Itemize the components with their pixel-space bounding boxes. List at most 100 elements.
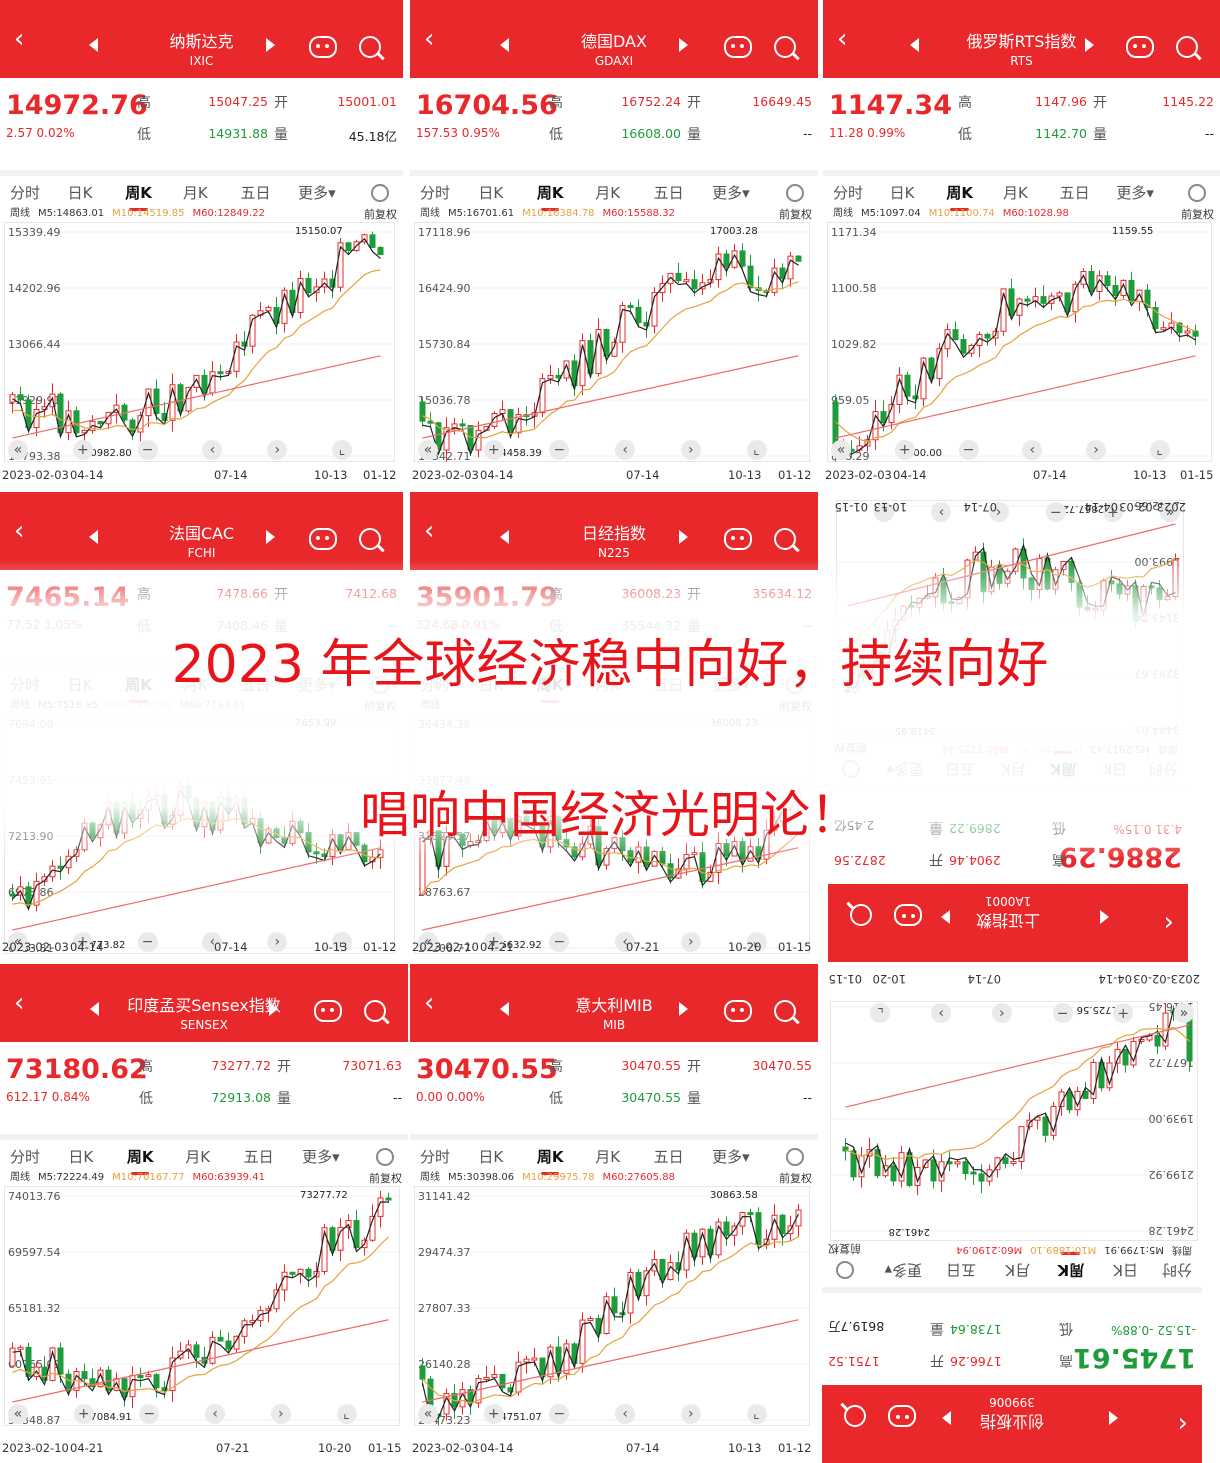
tab-0[interactable]: 分时	[10, 182, 40, 203]
tab-0[interactable]: 分时	[833, 182, 863, 203]
assistant-robot-icon[interactable]	[309, 36, 337, 58]
zoom-in-icon[interactable]: +	[73, 1404, 94, 1424]
tab-4[interactable]: 五日	[946, 1260, 976, 1281]
tab-4[interactable]: 五日	[654, 1146, 684, 1167]
assistant-robot-icon[interactable]	[724, 1000, 752, 1022]
tab-2[interactable]: 周K	[125, 182, 152, 211]
scroll-start-icon[interactable]: «	[1174, 1003, 1194, 1023]
tab-3[interactable]: 月K	[1005, 1260, 1030, 1281]
scroll-start-icon[interactable]: «	[8, 440, 28, 460]
tab-1[interactable]: 日K	[68, 182, 93, 203]
scroll-start-icon[interactable]: «	[418, 1404, 438, 1424]
fullscreen-icon[interactable]: ⌞	[746, 440, 767, 460]
tab-1[interactable]: 日K	[478, 1146, 503, 1167]
zoom-out-icon[interactable]: −	[958, 440, 979, 460]
scroll-right-icon[interactable]: ›	[1086, 440, 1106, 460]
fullscreen-icon[interactable]: ⌞	[336, 1404, 357, 1424]
zoom-in-icon[interactable]: +	[72, 440, 93, 460]
tab-0[interactable]: 分时	[420, 182, 450, 203]
tab-4[interactable]: 五日	[244, 1146, 274, 1167]
tab-5[interactable]: 更多▾	[712, 182, 750, 203]
ma60-line	[12, 355, 381, 439]
scroll-left-icon[interactable]: ‹	[991, 1003, 1012, 1023]
fullscreen-icon[interactable]: ⌞	[1149, 440, 1170, 460]
candle-body	[723, 253, 730, 268]
zoom-out-icon[interactable]: −	[1052, 1003, 1073, 1023]
search-icon[interactable]	[1176, 36, 1198, 58]
scroll-right-icon[interactable]: ›	[270, 1404, 291, 1424]
kline-chart[interactable]: 31141.4229474.3727807.3326140.2824473.23…	[414, 1186, 810, 1426]
zoom-in-icon[interactable]: +	[483, 440, 504, 460]
scroll-left-icon[interactable]: ‹	[615, 1404, 636, 1424]
tab-3[interactable]: 月K	[595, 182, 620, 203]
assistant-robot-icon[interactable]	[724, 36, 752, 58]
tab-5[interactable]: 更多▾	[885, 1260, 923, 1281]
ma60-value: M60:12849.22	[192, 208, 265, 219]
tab-1[interactable]: 日K	[68, 1146, 93, 1167]
assistant-robot-icon[interactable]	[724, 528, 752, 550]
search-icon[interactable]	[844, 1405, 866, 1427]
assistant-robot-icon[interactable]	[1126, 36, 1154, 58]
zoom-out-icon[interactable]: −	[137, 932, 158, 952]
tab-2[interactable]: 周K	[1057, 1260, 1084, 1281]
kline-chart[interactable]: 17118.9616424.9015730.8415036.7814342.71…	[414, 222, 810, 462]
chart-settings-icon[interactable]	[1188, 184, 1206, 202]
tab-5[interactable]: 更多▾	[1116, 182, 1154, 203]
tab-2[interactable]: 周K	[537, 1146, 563, 1175]
kline-chart[interactable]: 2461.282199.921939.001677.721416.452461.…	[830, 1001, 1198, 1241]
kline-chart[interactable]: 15339.4914202.9613066.4411929.9110793.38…	[4, 222, 395, 462]
scroll-right-icon[interactable]: ›	[680, 932, 701, 952]
fullscreen-icon[interactable]: ⌞	[746, 1404, 767, 1424]
scroll-start-icon[interactable]: «	[831, 440, 851, 460]
scroll-start-icon[interactable]: «	[8, 1404, 28, 1424]
search-icon[interactable]	[364, 1000, 386, 1022]
scroll-right-icon[interactable]: ›	[680, 1404, 701, 1424]
assistant-robot-icon[interactable]	[894, 904, 922, 926]
search-icon[interactable]	[359, 528, 381, 550]
tab-2[interactable]: 周K	[127, 1146, 153, 1175]
tab-1[interactable]: 日K	[1113, 1260, 1138, 1281]
quote-summary: 14972.76 2.57 0.02% 高低 开量 15047.25 14931.88 15…	[0, 78, 403, 158]
chart-settings-icon[interactable]	[371, 184, 389, 202]
tab-1[interactable]: 日K	[890, 182, 915, 203]
kline-chart[interactable]: 1171.341100.581029.82959.05888.291159.55…	[827, 222, 1212, 462]
zoom-in-icon[interactable]: +	[483, 1404, 504, 1424]
search-icon[interactable]	[774, 528, 796, 550]
search-icon[interactable]	[850, 904, 872, 926]
chart-settings-icon[interactable]	[786, 1148, 804, 1166]
search-icon[interactable]	[359, 36, 381, 58]
tab-3[interactable]: 月K	[1003, 182, 1028, 203]
zoom-out-icon[interactable]: −	[137, 440, 158, 460]
fullscreen-icon[interactable]: ⌞	[332, 440, 353, 460]
tab-5[interactable]: 更多▾	[302, 1146, 340, 1167]
tab-3[interactable]: 月K	[185, 1146, 210, 1167]
scroll-right-icon[interactable]: ›	[680, 440, 701, 460]
zoom-in-icon[interactable]: +	[894, 440, 915, 460]
scroll-left-icon[interactable]: ‹	[615, 440, 636, 460]
tab-2[interactable]: 周K	[946, 182, 973, 211]
search-icon[interactable]	[774, 36, 796, 58]
tab-4[interactable]: 五日	[654, 182, 684, 203]
tab-0[interactable]: 分时	[1162, 1260, 1192, 1281]
tab-3[interactable]: 月K	[595, 1146, 620, 1167]
search-icon[interactable]	[774, 1000, 796, 1022]
tab-2[interactable]: 周K	[537, 182, 563, 211]
assistant-robot-icon[interactable]	[309, 528, 337, 550]
chart-settings-icon[interactable]	[376, 1148, 394, 1166]
tab-4[interactable]: 五日	[1060, 182, 1090, 203]
zoom-out-icon[interactable]: −	[1045, 502, 1066, 522]
assistant-robot-icon[interactable]	[888, 1405, 916, 1427]
chart-settings-icon[interactable]	[836, 1261, 854, 1279]
tab-5[interactable]: 更多▾	[712, 1146, 750, 1167]
tab-0[interactable]: 分时	[420, 1146, 450, 1167]
tab-5[interactable]: 更多▾	[298, 182, 336, 203]
tab-0[interactable]: 分时	[10, 1146, 40, 1167]
assistant-robot-icon[interactable]	[314, 1000, 342, 1022]
kline-chart[interactable]: 74013.7669597.5465181.3260765.0956348.87…	[4, 1186, 400, 1426]
tab-4[interactable]: 五日	[240, 182, 270, 203]
chart-settings-icon[interactable]	[786, 184, 804, 202]
tab-3[interactable]: 月K	[183, 182, 208, 203]
scroll-start-icon[interactable]: «	[418, 440, 438, 460]
scroll-left-icon[interactable]: ‹	[205, 1404, 226, 1424]
tab-1[interactable]: 日K	[478, 182, 503, 203]
